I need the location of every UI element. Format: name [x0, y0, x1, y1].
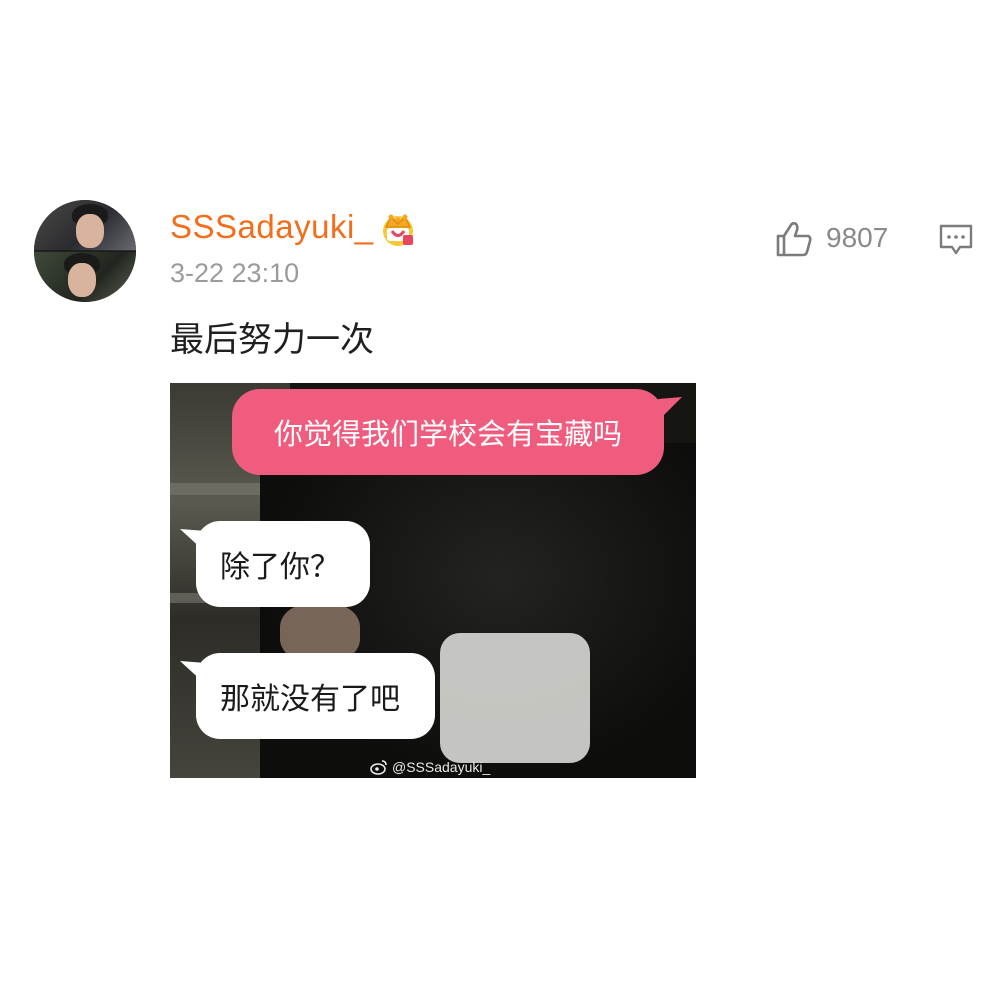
chat-bubble-reply-1: 除了你？	[196, 521, 370, 607]
crown-badge-icon[interactable]	[378, 209, 418, 249]
like-count: 9807	[826, 222, 889, 253]
avatar-top-half	[34, 200, 136, 251]
meme-image[interactable]: 你觉得我们学校会有宝藏吗 除了你？ 那就没有了吧 @SSSadayuki_	[170, 383, 696, 778]
avatar-bottom-half	[34, 251, 136, 302]
post-text: 最后努力一次	[170, 320, 374, 360]
chat-bubble-reply-2: 那就没有了吧	[196, 653, 435, 739]
avatar[interactable]	[34, 200, 136, 302]
avatar-face	[68, 263, 96, 297]
scene-shirt	[440, 633, 590, 763]
thumbs-up-icon[interactable]	[775, 220, 813, 258]
avatar-face	[76, 214, 104, 248]
weibo-watermark: @SSSadayuki_	[370, 759, 490, 775]
chat-bubble-question: 你觉得我们学校会有宝藏吗	[232, 389, 664, 475]
watermark-text: @SSSadayuki_	[392, 759, 491, 775]
weibo-logo-icon	[370, 760, 387, 775]
bubble-tail	[658, 397, 682, 419]
username[interactable]: SSSadayuki_	[170, 208, 374, 246]
post-timestamp: 3-22 23:10	[170, 258, 300, 288]
avatar-divider	[34, 250, 136, 252]
comment-icon[interactable]	[938, 223, 974, 257]
